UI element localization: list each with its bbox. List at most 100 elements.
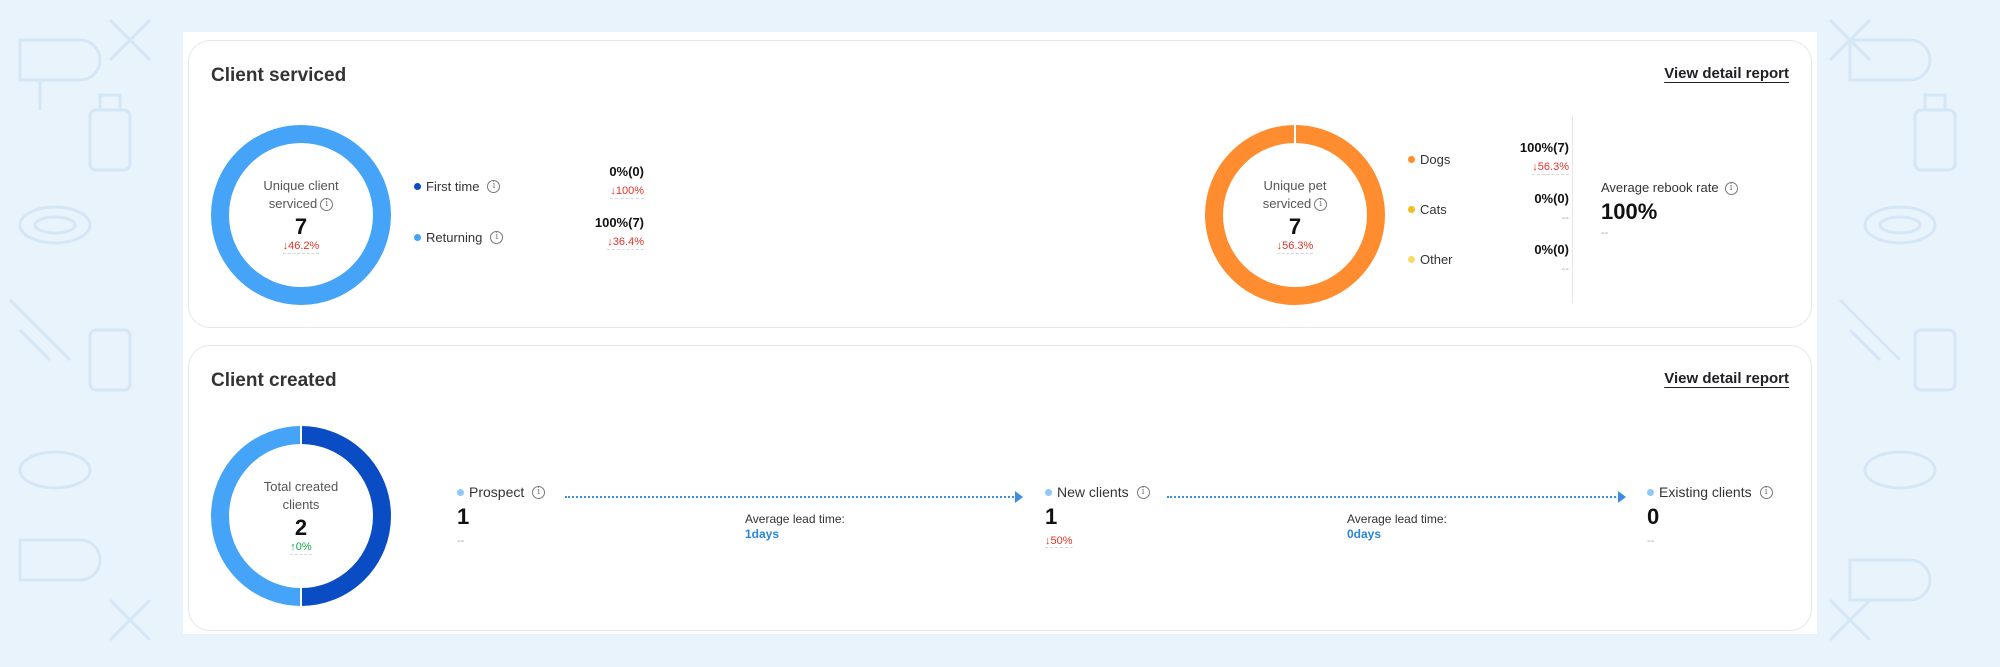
legend-dot xyxy=(414,234,421,241)
stage-label: New clients xyxy=(1057,484,1129,500)
legend-label: Returning xyxy=(426,230,483,245)
stage-head: Prospect i xyxy=(457,484,546,500)
total-created-ring: Total created clients 2 ↑0% xyxy=(211,426,391,606)
dryer-icon xyxy=(1848,38,1932,82)
ring-label: Unique pet serviced i xyxy=(1250,177,1340,213)
arrow-head-icon xyxy=(1618,491,1626,503)
info-icon[interactable]: i xyxy=(1759,485,1773,499)
flow-arrow xyxy=(565,491,1023,503)
collar-icon xyxy=(18,205,92,245)
legend-returning: Returning i xyxy=(414,230,504,245)
stage-label: Prospect xyxy=(469,484,525,500)
dotted-line xyxy=(1167,496,1620,498)
bottle-icon xyxy=(88,328,132,392)
legend-percent: 0%(0) xyxy=(1534,191,1569,206)
collar-icon xyxy=(18,450,92,490)
dryer-icon xyxy=(18,38,102,110)
ring-label: Unique client serviced i xyxy=(251,177,351,213)
info-icon[interactable]: i xyxy=(1314,197,1328,211)
collar-icon xyxy=(1863,450,1937,490)
card-title: Client created xyxy=(211,370,337,391)
legend-change: ↓100% xyxy=(610,185,644,199)
unique-client-ring: Unique client serviced i 7 ↓46.2% xyxy=(211,125,391,305)
stage-value: 1 xyxy=(1045,504,1058,529)
legend-label: Other xyxy=(1420,252,1453,267)
info-icon[interactable]: i xyxy=(532,485,546,499)
stage-label: Existing clients xyxy=(1659,484,1752,500)
arrow-head-icon xyxy=(1015,491,1023,503)
collar-icon xyxy=(1863,205,1937,245)
lead-time-label: Average lead time: xyxy=(1347,512,1447,526)
card-title: Client serviced xyxy=(211,65,347,86)
rebook-change: -- xyxy=(1601,227,1609,240)
rebook-label: Average rebook rate i xyxy=(1601,180,1738,196)
legend-change: ↓36.4% xyxy=(607,236,644,250)
legend-dot xyxy=(1408,156,1415,163)
stage-existing-clients: Existing clients i 0 -- xyxy=(1647,484,1773,548)
rebook-value: 100% xyxy=(1601,199,1658,225)
client-serviced-card: Client serviced View detail report Uniqu… xyxy=(188,40,1812,328)
syringe-icon xyxy=(8,298,72,362)
stage-change: -- xyxy=(1647,535,1655,547)
legend-cats: Cats xyxy=(1408,202,1447,217)
legend-value-returning: 100%(7) ↓36.4% xyxy=(539,214,644,250)
view-detail-report-link[interactable]: View detail report xyxy=(1664,370,1789,387)
stage-dot xyxy=(1045,488,1052,496)
unique-pet-ring: Unique pet serviced i 7 ↓56.3% xyxy=(1205,125,1385,305)
change-indicator: ↑0% xyxy=(290,540,312,555)
change-indicator: ↓56.3% xyxy=(1276,239,1314,254)
legend-change: ↓56.3% xyxy=(1532,161,1569,175)
ring-value: 2 xyxy=(294,514,308,540)
legend-change: -- xyxy=(1561,263,1569,275)
legend-percent: 100%(7) xyxy=(594,215,644,230)
lead-time-value: 0days xyxy=(1347,527,1382,541)
section-divider xyxy=(1572,115,1573,303)
bottle-icon xyxy=(1913,328,1957,392)
stage-prospect: Prospect i 1 -- xyxy=(457,484,546,548)
stage-dot xyxy=(457,488,464,496)
dotted-line xyxy=(565,496,1017,498)
legend-percent: 0%(0) xyxy=(1534,242,1569,257)
syringe-icon xyxy=(1838,298,1902,362)
lead-time: Average lead time: 1days xyxy=(745,512,845,542)
lead-time: Average lead time: 0days xyxy=(1347,512,1447,542)
info-icon[interactable]: i xyxy=(490,231,504,244)
stage-dot xyxy=(1647,488,1654,496)
legend-value-other: 0%(0) -- xyxy=(1489,241,1569,277)
legend-first-time: First time i xyxy=(414,179,501,194)
dryer-icon xyxy=(1848,558,1932,602)
legend-percent: 0%(0) xyxy=(609,164,644,179)
dashboard-panel: Client serviced View detail report Uniqu… xyxy=(183,32,1817,634)
legend-value-dogs: 100%(7) ↓56.3% xyxy=(1489,139,1569,175)
stage-change: ↓50% xyxy=(1045,535,1073,548)
ring-label: Total created clients xyxy=(263,478,339,512)
change-indicator: ↓46.2% xyxy=(282,239,320,254)
ring-value: 7 xyxy=(294,213,308,239)
legend-value-first-time: 0%(0) ↓100% xyxy=(539,163,644,199)
legend-dot xyxy=(1408,256,1415,263)
legend-change: -- xyxy=(1561,212,1569,224)
legend-dogs: Dogs xyxy=(1408,152,1450,167)
rebook-label-text: Average rebook rate xyxy=(1601,180,1719,195)
info-icon[interactable]: i xyxy=(1136,485,1150,499)
flow-arrow xyxy=(1167,491,1626,503)
client-created-card: Client created View detail report Total … xyxy=(188,345,1812,631)
stage-value: 0 xyxy=(1647,504,1660,529)
info-icon[interactable]: i xyxy=(320,197,334,211)
stage-head: New clients i xyxy=(1045,484,1150,500)
legend-other: Other xyxy=(1408,252,1453,267)
legend-dot xyxy=(414,183,421,190)
legend-label: First time xyxy=(426,179,480,194)
bottle-icon xyxy=(1913,93,1957,172)
legend-dot xyxy=(1408,206,1415,213)
info-icon[interactable]: i xyxy=(1724,182,1738,196)
lead-time-value: 1days xyxy=(745,527,780,541)
rebook-rate: Average rebook rate i 100% -- xyxy=(1601,180,1738,239)
bottle-icon xyxy=(88,93,132,172)
view-detail-report-link[interactable]: View detail report xyxy=(1664,65,1789,82)
stage-value: 1 xyxy=(457,504,470,529)
stage-new-clients: New clients i 1 ↓50% xyxy=(1045,484,1150,548)
stage-head: Existing clients i xyxy=(1647,484,1773,500)
stage-change: -- xyxy=(457,535,465,547)
info-icon[interactable]: i xyxy=(487,180,501,193)
